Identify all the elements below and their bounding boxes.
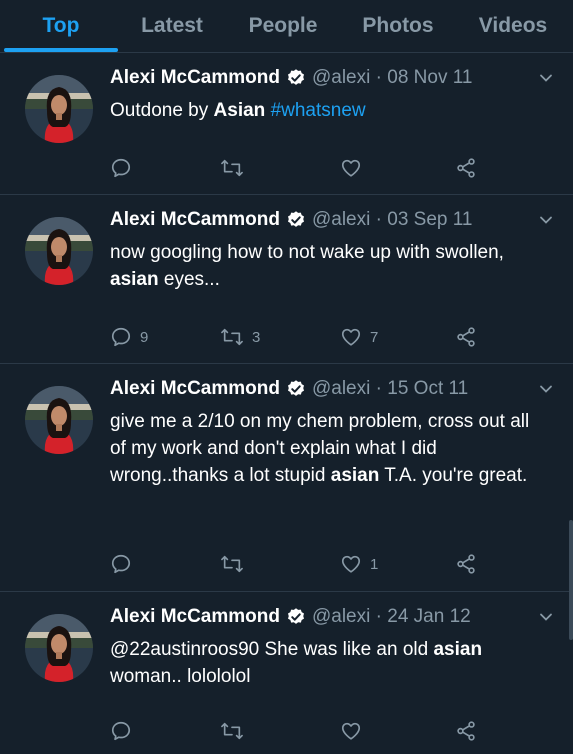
- chevron-down-icon[interactable]: [539, 610, 553, 624]
- verified-badge-icon: [286, 68, 306, 88]
- tweet[interactable]: Alexi McCammond @alexi · 15 Oct 11 give …: [0, 364, 573, 592]
- verified-badge-icon: [286, 607, 306, 627]
- user-name[interactable]: Alexi McCammond: [110, 606, 280, 628]
- active-tab-indicator: [4, 48, 118, 52]
- tweet-date[interactable]: 08 Nov 11: [387, 67, 472, 89]
- tweet-actions: 1: [110, 553, 510, 577]
- tweet-text: give me a 2/10 on my chem problem, cross…: [110, 408, 550, 489]
- like-button[interactable]: [340, 720, 362, 742]
- highlighted-term: Asian: [213, 100, 266, 121]
- separator-dot: ·: [370, 606, 388, 627]
- tweet[interactable]: Alexi McCammond @alexi · 08 Nov 11 Outdo…: [0, 53, 573, 195]
- retweet-icon: [220, 157, 244, 179]
- tweet-actions: [110, 157, 510, 181]
- tweet-text-segment: woman.. lolololol: [110, 666, 251, 687]
- tweet-header: Alexi McCammond @alexi · 08 Nov 11: [110, 67, 472, 89]
- retweet-button[interactable]: [220, 157, 244, 179]
- retweet-button[interactable]: [220, 553, 244, 575]
- tweet-header: Alexi McCammond @alexi · 03 Sep 11: [110, 209, 472, 231]
- chevron-down-icon[interactable]: [539, 71, 553, 85]
- chevron-down-icon[interactable]: [539, 213, 553, 227]
- tweet[interactable]: Alexi McCammond @alexi · 03 Sep 11 now g…: [0, 195, 573, 364]
- like-button[interactable]: 7: [340, 326, 378, 348]
- tweet-text: Outdone by Asian #whatsnew: [110, 97, 550, 124]
- reply-button[interactable]: [110, 720, 132, 742]
- tab-latest[interactable]: Latest: [118, 14, 226, 38]
- share-icon: [455, 553, 477, 575]
- avatar[interactable]: [25, 386, 93, 454]
- reply-count: 9: [140, 328, 149, 346]
- tweet-date[interactable]: 03 Sep 11: [387, 209, 472, 231]
- tab-top[interactable]: Top: [4, 14, 118, 38]
- highlighted-term: asian: [330, 465, 380, 486]
- share-icon: [455, 157, 477, 179]
- user-name[interactable]: Alexi McCammond: [110, 378, 280, 400]
- like-button[interactable]: 1: [340, 553, 378, 575]
- tweet[interactable]: Alexi McCammond @alexi · 24 Jan 12 @22au…: [0, 592, 573, 754]
- like-icon: [340, 326, 362, 348]
- share-button[interactable]: [455, 553, 477, 575]
- reply-icon: [110, 553, 132, 575]
- tweet-text-segment: now googling how to not wake up with swo…: [110, 242, 504, 263]
- share-icon: [455, 326, 477, 348]
- reply-button[interactable]: 9: [110, 326, 148, 348]
- retweet-button[interactable]: 3: [220, 326, 260, 348]
- reply-icon: [110, 157, 132, 179]
- share-icon: [455, 720, 477, 742]
- share-button[interactable]: [455, 157, 477, 179]
- share-button[interactable]: [455, 326, 477, 348]
- tweet-actions: 9 3 7: [110, 326, 510, 350]
- tab-videos[interactable]: Videos: [456, 14, 570, 38]
- highlighted-term: asian: [110, 269, 159, 290]
- tweet-text-segment: T.A. you're great.: [379, 465, 528, 486]
- reply-button[interactable]: [110, 553, 132, 575]
- tweet-date[interactable]: 24 Jan 12: [387, 606, 470, 628]
- tab-people[interactable]: People: [226, 14, 340, 38]
- verified-badge-icon: [286, 210, 306, 230]
- reply-icon: [110, 326, 132, 348]
- highlighted-term: asian: [433, 639, 483, 660]
- user-handle[interactable]: @alexi: [312, 606, 370, 628]
- chevron-down-icon[interactable]: [539, 382, 553, 396]
- retweet-count: 3: [252, 328, 261, 346]
- separator-dot: ·: [370, 67, 388, 88]
- user-name[interactable]: Alexi McCammond: [110, 67, 280, 89]
- scrollbar[interactable]: [569, 520, 573, 640]
- retweet-icon: [220, 720, 244, 742]
- user-handle[interactable]: @alexi: [312, 378, 370, 400]
- share-button[interactable]: [455, 720, 477, 742]
- avatar[interactable]: [25, 75, 93, 143]
- like-count: 7: [370, 328, 379, 346]
- tweet-text-segment: eyes...: [158, 269, 220, 290]
- like-button[interactable]: [340, 157, 362, 179]
- tweet-text: @22austinroos90 She was like an old asia…: [110, 636, 550, 690]
- like-count: 1: [370, 555, 379, 573]
- like-icon: [340, 157, 362, 179]
- reply-button[interactable]: [110, 157, 132, 179]
- like-icon: [340, 553, 362, 575]
- tweet-date[interactable]: 15 Oct 11: [387, 378, 468, 400]
- user-handle[interactable]: @alexi: [312, 209, 370, 231]
- avatar[interactable]: [25, 217, 93, 285]
- reply-icon: [110, 720, 132, 742]
- hashtag-link[interactable]: #whatsnew: [271, 100, 366, 121]
- separator-dot: ·: [370, 378, 388, 399]
- retweet-icon: [220, 553, 244, 575]
- tweet-text-segment: Outdone by: [110, 100, 214, 121]
- tweet-header: Alexi McCammond @alexi · 15 Oct 11: [110, 378, 468, 400]
- retweet-icon: [220, 326, 244, 348]
- separator-dot: ·: [370, 209, 388, 230]
- tweet-header: Alexi McCammond @alexi · 24 Jan 12: [110, 606, 471, 628]
- search-tabs: Top Latest People Photos Videos: [0, 0, 573, 53]
- tweet-text: now googling how to not wake up with swo…: [110, 239, 550, 293]
- like-icon: [340, 720, 362, 742]
- user-name[interactable]: Alexi McCammond: [110, 209, 280, 231]
- tweet-text-segment: @22austinroos90 She was like an old: [110, 639, 434, 660]
- user-handle[interactable]: @alexi: [312, 67, 370, 89]
- verified-badge-icon: [286, 379, 306, 399]
- tab-photos[interactable]: Photos: [340, 14, 456, 38]
- tweet-actions: [110, 720, 510, 744]
- retweet-button[interactable]: [220, 720, 244, 742]
- avatar[interactable]: [25, 614, 93, 682]
